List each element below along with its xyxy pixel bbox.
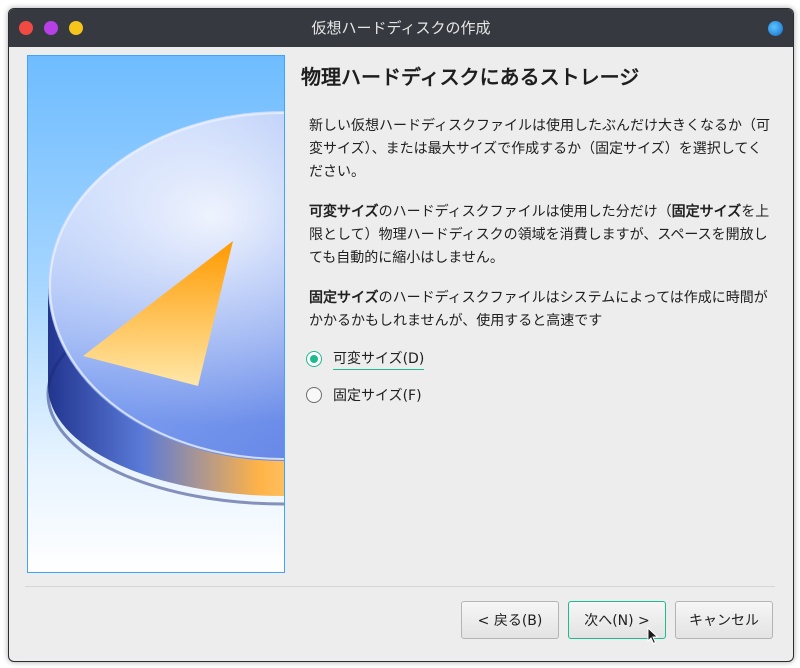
radio-fixed-size-indicator[interactable] [306,387,322,403]
radio-fixed-size[interactable]: 固定サイズ(F) [306,385,422,405]
dynamic-size-paragraph: 可変サイズのハードディスクファイルは使用した分だけ（固定サイズを上限として）物理… [309,201,775,270]
radio-dynamic-size[interactable]: 可変サイズ(D) [306,348,425,370]
fixed-size-term-2: 固定サイズ [309,290,379,306]
radio-fixed-size-label[interactable]: 固定サイズ(F) [333,385,422,405]
disk-pie-icon [46,111,284,506]
dynamic-size-text-1: のハードディスクファイルは使用した分だけ（ [378,204,672,220]
description-paragraph: 新しい仮想ハードディスクファイルは使用したぶんだけ大きくなるか（可変サイズ）、ま… [309,118,771,180]
back-button[interactable]: < 戻る(B) [461,601,559,639]
fixed-size-text: のハードディスクファイルはシステムによっては作成に時間がかかるかもしれませんが、… [309,290,768,329]
dynamic-size-term: 可変サイズ [309,204,379,220]
radio-dynamic-size-indicator[interactable] [306,351,322,367]
page-heading: 物理ハードディスクにあるストレージ [301,65,640,89]
cancel-button[interactable]: キャンセル [675,601,773,639]
mouse-pointer-icon [647,627,659,645]
fixed-size-term: 固定サイズ [671,204,742,220]
app-indicator-icon [768,21,783,36]
wizard-illustration [27,55,285,573]
fixed-size-paragraph: 固定サイズのハードディスクファイルはシステムによっては作成に時間がかかるかもしれ… [309,287,775,333]
window-title: 仮想ハードディスクの作成 [311,19,491,37]
radio-dynamic-size-label[interactable]: 可変サイズ(D) [333,348,425,370]
title-bar[interactable]: 仮想ハードディスクの作成 [9,9,793,47]
button-separator [25,586,775,587]
dialog-window: 仮想ハードディスクの作成 物理ハードディスクにあるストレージ 新しい仮想ハードデ… [8,8,794,662]
